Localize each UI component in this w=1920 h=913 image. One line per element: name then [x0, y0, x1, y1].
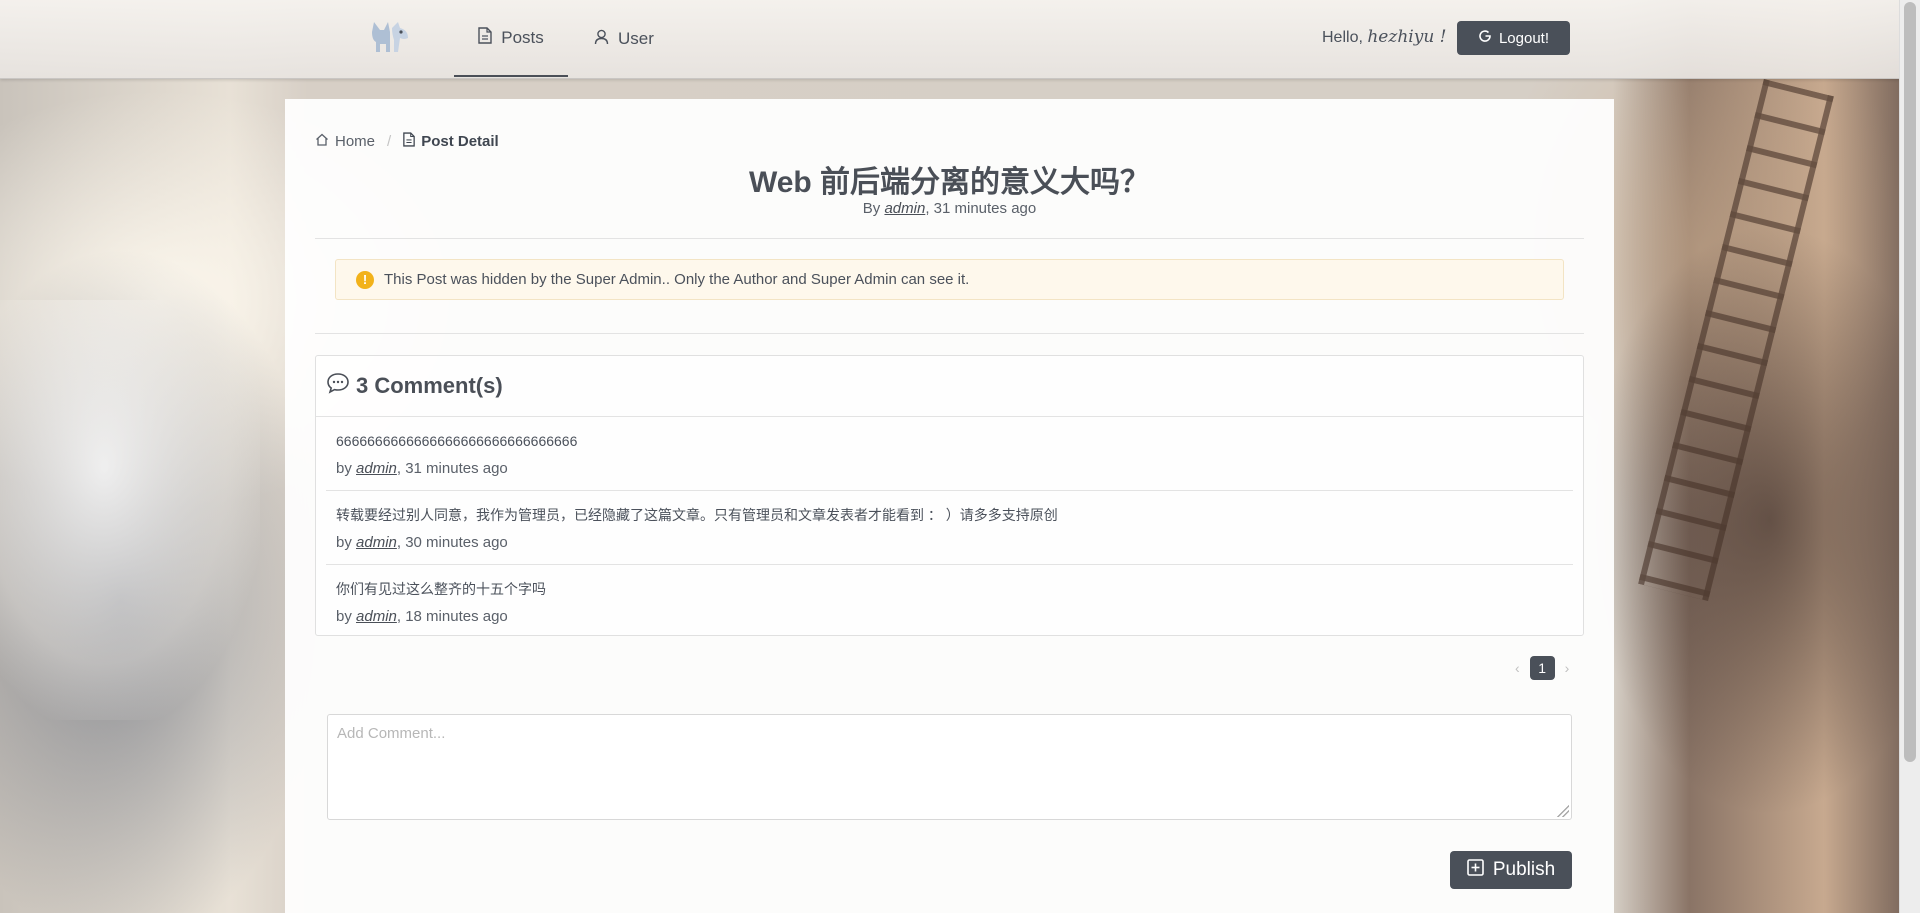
comment-item: 转载要经过别人同意，我作为管理员，已经隐藏了这篇文章。只有管理员和文章发表者才能…: [326, 491, 1573, 565]
document-icon: [403, 132, 415, 151]
post-meta: By admin, 31 minutes ago: [285, 200, 1614, 217]
exclamation-icon: !: [356, 270, 374, 289]
comment-meta: by admin, 31 minutes ago: [336, 460, 1563, 477]
comment-input[interactable]: [327, 714, 1572, 820]
greeting-prefix: Hello,: [1322, 29, 1363, 46]
hidden-post-warning: ! This Post was hidden by the Super Admi…: [335, 259, 1564, 300]
comment-item: 你们有见过这么整齐的十五个字吗 by admin, 18 minutes ago: [326, 565, 1573, 639]
background-art-ladder: [1638, 79, 1834, 601]
comment-by: by: [336, 534, 352, 551]
comment-author-link[interactable]: admin: [356, 608, 397, 625]
nav-posts[interactable]: Posts: [454, 0, 568, 77]
comments-section: 3 Comment(s) 666666666666666666666666666…: [315, 355, 1584, 636]
comment-time: , 31 minutes ago: [396, 460, 508, 477]
background-art: [0, 300, 260, 720]
pagination: ‹ 1 ›: [1515, 656, 1569, 680]
logout-button[interactable]: Logout!: [1457, 21, 1570, 55]
breadcrumb-home[interactable]: Home: [335, 133, 375, 150]
comment-text: 你们有见过这么整齐的十五个字吗: [336, 581, 546, 597]
comments-title: 3 Comment(s): [356, 373, 503, 398]
divider: [315, 333, 1584, 334]
home-icon: [315, 133, 329, 150]
comment-meta: by admin, 30 minutes ago: [336, 534, 1563, 551]
comments-header: 3 Comment(s): [316, 356, 1583, 417]
comment-author-link[interactable]: admin: [356, 534, 397, 551]
nav-user-label: User: [618, 29, 654, 48]
page-scrollbar[interactable]: [1899, 0, 1920, 913]
post-by: By: [862, 200, 881, 217]
divider: [315, 238, 1584, 239]
username: hezhiyu !: [1367, 27, 1447, 47]
comment-time: , 30 minutes ago: [396, 534, 508, 551]
comment-by: by: [336, 608, 352, 625]
next-page-button[interactable]: ›: [1565, 660, 1570, 676]
post-title: Web 前后端分离的意义大吗？: [748, 166, 1151, 199]
comment-bubble-icon: [326, 372, 350, 400]
logout-icon: [1478, 29, 1492, 47]
comment-text: 转载要经过别人同意，我作为管理员，已经隐藏了这篇文章。只有管理员和文章发表者才能…: [336, 507, 1058, 523]
post-time: , 31 minutes ago: [925, 200, 1037, 217]
publish-label: Publish: [1492, 859, 1556, 880]
top-navbar: Posts User Hello, hezhiyu ! Logout!: [0, 0, 1900, 79]
plus-square-icon: [1467, 858, 1484, 882]
prev-page-button[interactable]: ‹: [1515, 660, 1520, 676]
comment-item: 6666666666666666666666666666666 by admin…: [326, 417, 1573, 491]
page-number-button[interactable]: 1: [1529, 656, 1555, 680]
document-icon: [478, 26, 492, 49]
scrollbar-thumb[interactable]: [1904, 2, 1916, 762]
comment-by: by: [336, 460, 352, 477]
warning-text: This Post was hidden by the Super Admin.…: [384, 271, 970, 288]
comment-author-link[interactable]: admin: [356, 460, 397, 477]
breadcrumb-current: Post Detail: [421, 133, 499, 150]
user-icon: [594, 29, 609, 50]
nav-posts-label: Posts: [501, 27, 544, 47]
comment-text: 6666666666666666666666666666666: [336, 433, 578, 449]
comment-meta: by admin, 18 minutes ago: [336, 608, 1563, 625]
post-detail-panel: Home / Post Detail Web 前后端分离的意义大吗？ By ad…: [285, 99, 1614, 913]
dog-logo-icon[interactable]: [368, 18, 412, 58]
comment-time: , 18 minutes ago: [396, 608, 508, 625]
greeting: Hello, hezhiyu !: [1322, 27, 1447, 47]
publish-button[interactable]: Publish: [1450, 851, 1572, 889]
resize-grip-icon[interactable]: [1557, 805, 1569, 817]
post-author-link[interactable]: admin: [884, 200, 925, 217]
logout-label: Logout!: [1498, 29, 1550, 47]
nav-user[interactable]: User: [594, 0, 654, 78]
breadcrumb-separator: /: [387, 133, 392, 150]
breadcrumb: Home / Post Detail: [315, 132, 499, 151]
